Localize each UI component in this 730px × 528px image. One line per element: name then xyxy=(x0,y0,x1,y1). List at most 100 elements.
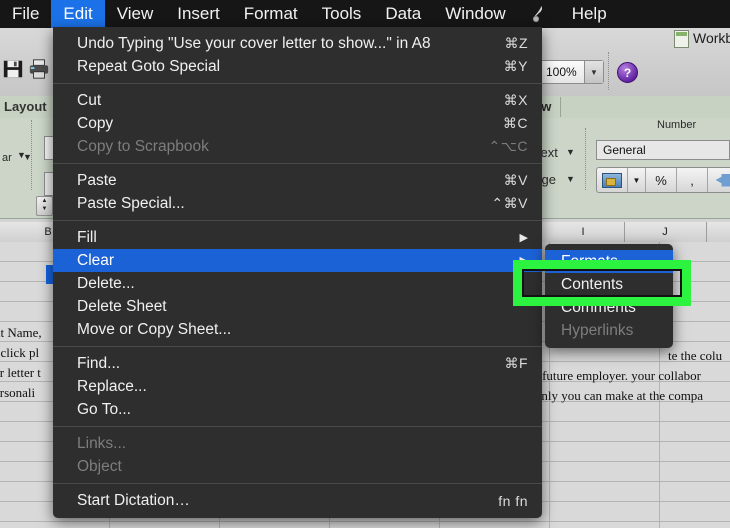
menu-item-label: Repeat Goto Special xyxy=(77,58,220,76)
border-style-dropdown[interactable]: ar xyxy=(2,152,12,164)
menu-item-cut[interactable]: Cut ⌘X xyxy=(53,89,542,112)
column-header-j[interactable]: J xyxy=(624,222,707,242)
merge-chevron-icon[interactable]: ▼ xyxy=(566,174,575,184)
currency-icon xyxy=(602,173,622,188)
number-format-field[interactable]: General xyxy=(596,140,730,160)
menu-item-clear[interactable]: Clear ▶ xyxy=(53,249,542,272)
menu-separator xyxy=(53,220,542,221)
currency-chevron-icon[interactable]: ▼ xyxy=(628,168,646,192)
currency-format-button[interactable] xyxy=(597,168,628,192)
layout-tab[interactable]: Layout xyxy=(0,97,51,116)
menu-tools[interactable]: Tools xyxy=(310,0,374,28)
menu-item-copy[interactable]: Copy ⌘C xyxy=(53,112,542,135)
menu-separator xyxy=(53,163,542,164)
menu-item-label: Paste xyxy=(77,172,117,190)
menu-bar: File Edit View Insert Format Tools Data … xyxy=(0,0,730,28)
menu-item-shortcut: ⌃⌘V xyxy=(491,195,528,212)
menu-window[interactable]: Window xyxy=(433,0,517,28)
ribbon-group-edge xyxy=(560,97,730,117)
menu-insert[interactable]: Insert xyxy=(165,0,232,28)
row-height-stepper[interactable]: ▲▼ xyxy=(36,196,53,216)
menu-item-label: Delete... xyxy=(77,275,135,293)
menu-item-label: Find... xyxy=(77,355,120,373)
workbook-icon xyxy=(674,30,689,48)
menu-item-label: Clear xyxy=(77,252,114,270)
column-header-i[interactable]: I xyxy=(542,222,625,242)
menu-item-label: Start Dictation… xyxy=(77,492,190,510)
save-icon[interactable] xyxy=(2,58,24,80)
menu-item-label: Fill xyxy=(77,229,97,247)
menu-item-label: Replace... xyxy=(77,378,147,396)
submenu-item-label: Comments xyxy=(561,299,636,317)
cell-text-7: t only you can make at the compa xyxy=(528,388,703,404)
menu-item-delete[interactable]: Delete... xyxy=(53,272,542,295)
menu-item-delete-sheet[interactable]: Delete Sheet xyxy=(53,295,542,318)
menu-item-label: Copy to Scrapbook xyxy=(77,138,209,156)
submenu-item-hyperlinks: Hyperlinks xyxy=(545,319,673,342)
menu-item-label: Object xyxy=(77,458,122,476)
cell-text-1: nt Name, xyxy=(0,325,42,341)
menu-item-shortcut: ⌘Y xyxy=(504,58,528,75)
menu-item-move-or-copy-sheet[interactable]: Move or Copy Sheet... xyxy=(53,318,542,341)
menu-item-label: Delete Sheet xyxy=(77,298,167,316)
comma-format-button[interactable]: , xyxy=(677,168,708,192)
menu-view[interactable]: View xyxy=(105,0,166,28)
number-group-divider xyxy=(585,128,586,190)
submenu-arrow-icon: ▶ xyxy=(520,231,528,244)
menu-edit[interactable]: Edit xyxy=(51,0,104,28)
menu-item-shortcut: ⌘X xyxy=(504,92,528,109)
print-icon[interactable] xyxy=(28,58,50,80)
menu-item-fill[interactable]: Fill ▶ xyxy=(53,226,542,249)
menu-item-label: Go To... xyxy=(77,401,131,419)
menu-item-object: Object xyxy=(53,455,542,478)
cell-text-6: ur future employer. your collabor xyxy=(528,368,701,384)
menu-separator xyxy=(53,83,542,84)
menu-item-paste-special[interactable]: Paste Special... ⌃⌘V xyxy=(53,192,542,215)
menu-item-label: Move or Copy Sheet... xyxy=(77,321,231,339)
clear-submenu: Formats Contents Comments Hyperlinks xyxy=(545,244,673,348)
cell-text-2: , click pl xyxy=(0,345,39,361)
applescript-icon[interactable] xyxy=(518,0,560,28)
toolbar-divider-right xyxy=(608,52,609,90)
border-style-dropdown-arrow[interactable]: ▼ xyxy=(23,152,32,162)
menu-item-start-dictation[interactable]: Start Dictation… fn fn xyxy=(53,489,542,512)
menu-item-replace[interactable]: Replace... xyxy=(53,375,542,398)
menu-item-shortcut: ⌘C xyxy=(503,115,528,132)
menu-item-go-to[interactable]: Go To... xyxy=(53,398,542,421)
menu-file[interactable]: File xyxy=(0,0,51,28)
menu-item-paste[interactable]: Paste ⌘V xyxy=(53,169,542,192)
menu-separator xyxy=(53,426,542,427)
zoom-chevron-down-icon[interactable]: ▼ xyxy=(584,61,603,83)
menu-item-undo-typing[interactable]: Undo Typing "Use your cover letter to sh… xyxy=(53,32,542,55)
menu-item-shortcut: ⌘F xyxy=(504,355,528,372)
menu-item-shortcut: ⌘V xyxy=(504,172,528,189)
menu-item-label: Paste Special... xyxy=(77,195,185,213)
menu-help[interactable]: Help xyxy=(560,0,619,28)
text-alignment-chevron-icon[interactable]: ▼ xyxy=(566,147,575,157)
menu-item-copy-to-scrapbook: Copy to Scrapbook ⌃⌥C xyxy=(53,135,542,158)
submenu-item-label: Hyperlinks xyxy=(561,322,633,340)
zoom-control[interactable]: 100% ▼ xyxy=(540,60,604,84)
cell-text-4: ersonali xyxy=(0,385,35,401)
submenu-item-formats[interactable]: Formats xyxy=(545,250,673,273)
submenu-item-contents[interactable]: Contents xyxy=(545,273,673,296)
percent-format-button[interactable]: % xyxy=(646,168,677,192)
workbook-title: Workb xyxy=(693,30,730,46)
menu-separator xyxy=(53,346,542,347)
help-button[interactable]: ? xyxy=(617,62,638,83)
menu-separator xyxy=(53,483,542,484)
menu-item-label: Links... xyxy=(77,435,126,453)
submenu-item-label: Contents xyxy=(561,276,623,294)
menu-item-repeat-goto-special[interactable]: Repeat Goto Special ⌘Y xyxy=(53,55,542,78)
submenu-item-comments[interactable]: Comments xyxy=(545,296,673,319)
column-header-k[interactable]: K xyxy=(706,222,730,242)
menu-item-shortcut: ⌃⌥C xyxy=(489,138,528,155)
submenu-item-label: Formats xyxy=(561,253,618,271)
menu-format[interactable]: Format xyxy=(232,0,310,28)
edit-dropdown-menu: Undo Typing "Use your cover letter to sh… xyxy=(53,27,542,518)
menu-item-find[interactable]: Find... ⌘F xyxy=(53,352,542,375)
cell-text-5: te the colu xyxy=(668,348,722,364)
menu-item-label: Cut xyxy=(77,92,101,110)
decrease-decimal-button[interactable] xyxy=(708,168,730,192)
menu-data[interactable]: Data xyxy=(373,0,433,28)
